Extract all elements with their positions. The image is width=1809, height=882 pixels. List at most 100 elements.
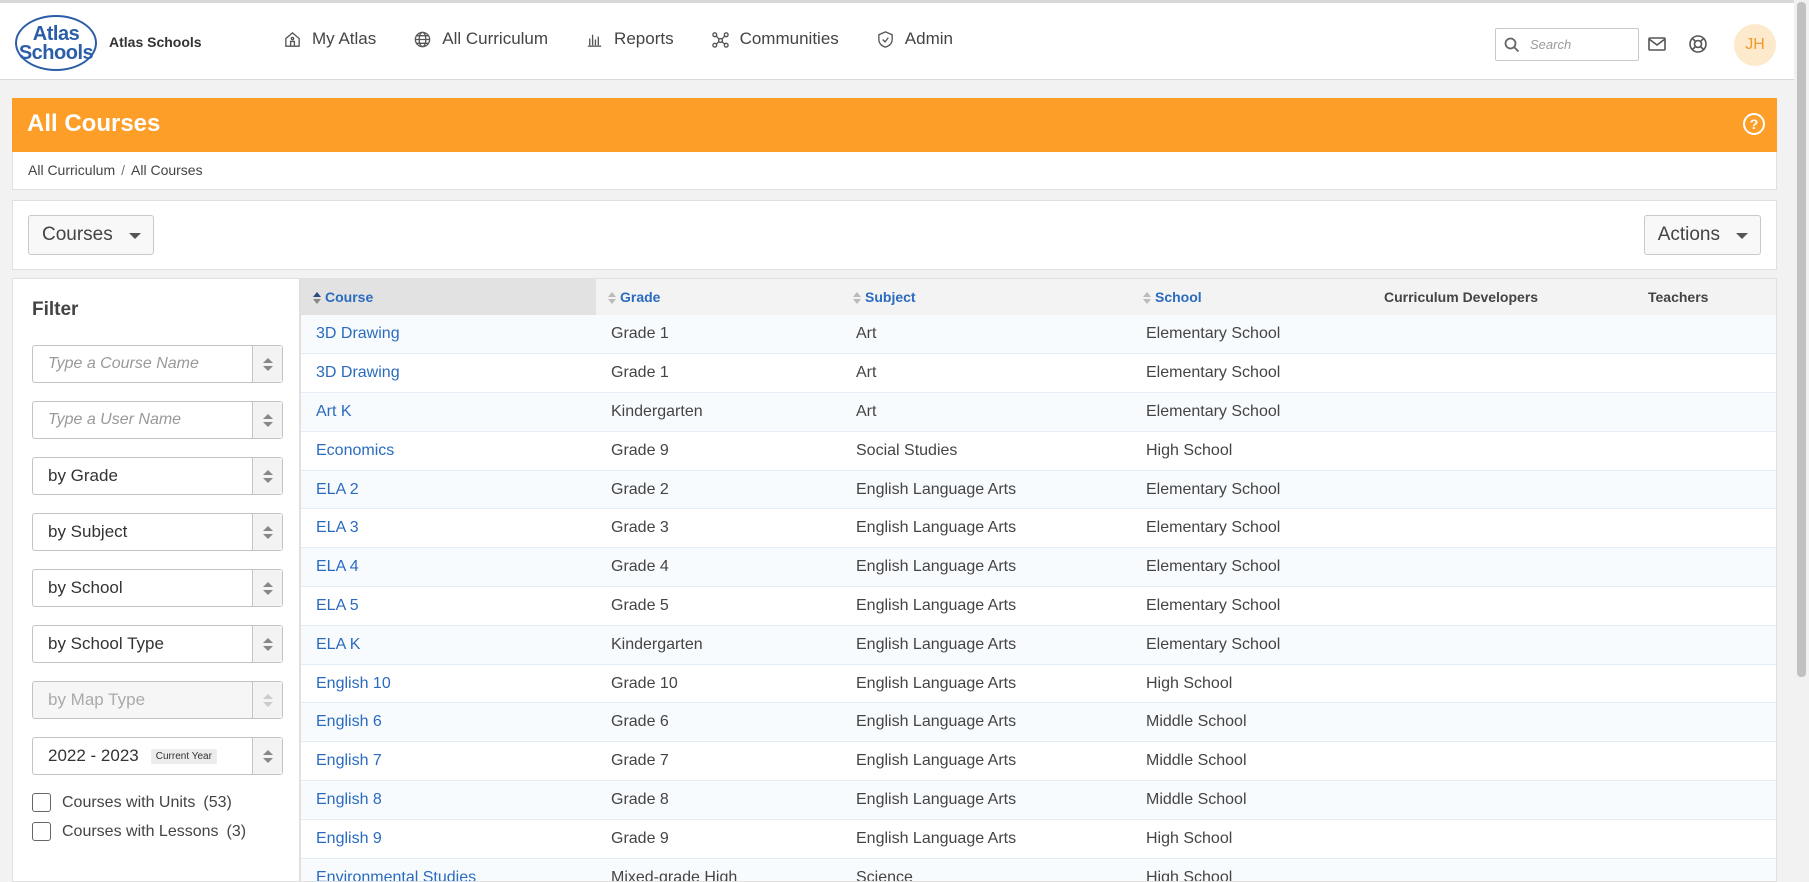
year-filter-value: 2022 - 2023 (48, 746, 139, 765)
teachers-cell (1648, 470, 1776, 509)
checkbox[interactable] (32, 793, 51, 812)
course-cell[interactable]: ELA K (301, 625, 596, 664)
school-filter[interactable]: by School (32, 569, 283, 607)
search-icon (1504, 37, 1520, 52)
column-header-grade[interactable]: Grade (596, 279, 841, 315)
page-scrollbar[interactable] (1794, 0, 1809, 882)
scrollbar-thumb[interactable] (1797, 2, 1806, 677)
current-year-badge: Current Year (150, 748, 217, 764)
teachers-cell (1648, 625, 1776, 664)
nav-reports[interactable]: Reports (585, 29, 674, 49)
page-title: All Courses (27, 110, 161, 137)
school-cell: Elementary School (1146, 364, 1281, 382)
school-cell: Elementary School (1146, 402, 1281, 420)
grade-cell: Grade 4 (611, 558, 669, 576)
curriculum-developers-cell (1384, 819, 1648, 858)
search-box[interactable] (1495, 28, 1639, 61)
subject-cell: English Language Arts (856, 635, 1017, 653)
home-icon (285, 31, 300, 47)
actions-dropdown-button[interactable]: Actions (1643, 215, 1761, 255)
nav-admin[interactable]: Admin (876, 29, 953, 49)
course-cell[interactable]: Environmental Studies (301, 858, 596, 881)
teachers-cell (1648, 781, 1776, 820)
subject-cell: Art (856, 325, 877, 343)
nav-label: Reports (614, 29, 674, 48)
course-cell[interactable]: English 10 (301, 664, 596, 703)
table-row: English 6 Grade 6 English Language Arts Mid… (301, 702, 1776, 742)
nav-my-atlas[interactable]: My Atlas (283, 29, 376, 49)
lifebuoy-icon[interactable] (1688, 34, 1708, 54)
courses-with-units-checkbox[interactable]: Courses with Units (53) (32, 793, 232, 812)
school-type-filter-value: by School Type (48, 634, 164, 653)
search-input[interactable] (1530, 37, 1630, 52)
table-row: Environmental Studies Mixed-grade High Sci… (301, 858, 1776, 882)
curriculum-developers-cell (1384, 354, 1648, 393)
school-filter-value: by School (48, 578, 123, 597)
course-cell[interactable]: 3D Drawing (301, 354, 596, 393)
updown-arrows-icon (252, 514, 282, 550)
help-icon[interactable]: ? (1743, 113, 1765, 135)
atlas-logo[interactable]: Atlas Schools (15, 15, 97, 71)
teachers-cell (1648, 315, 1776, 354)
courses-with-lessons-checkbox[interactable]: Courses with Lessons (3) (32, 822, 246, 841)
table-row: ELA K Kindergarten English Language Arts El… (301, 625, 1776, 665)
table-row: English 7 Grade 7 English Language Arts Mid… (301, 742, 1776, 781)
table-header-row: Course Grade Subject School Curriculum D… (301, 279, 1776, 315)
column-label: Grade (620, 289, 661, 305)
nav-label: My Atlas (312, 29, 377, 48)
column-header-subject[interactable]: Subject (841, 279, 1131, 315)
course-name-filter[interactable]: Type a Course Name (32, 345, 283, 383)
teachers-cell (1648, 742, 1776, 781)
course-cell[interactable]: ELA 4 (301, 548, 596, 587)
grade-cell: Grade 8 (611, 790, 669, 808)
column-header-school[interactable]: School (1131, 279, 1384, 315)
table-row: ELA 5 Grade 5 English Language Arts Element… (301, 587, 1776, 626)
course-cell[interactable]: Art K (301, 393, 596, 432)
course-cell[interactable]: ELA 2 (301, 470, 596, 509)
updown-arrows-icon (252, 570, 282, 606)
subject-filter[interactable]: by Subject (32, 513, 283, 551)
user-avatar[interactable]: JH (1734, 24, 1776, 66)
grade-cell: Grade 10 (611, 674, 678, 692)
mail-icon[interactable] (1647, 34, 1667, 54)
breadcrumb-all-curriculum[interactable]: All Curriculum (28, 162, 115, 178)
main-nav: My Atlas All Curriculum Reports Communit… (283, 29, 990, 49)
table-row: ELA 4 Grade 4 English Language Arts Element… (301, 547, 1776, 587)
logo-text-line1: Atlas (32, 22, 80, 45)
course-cell[interactable]: ELA 3 (301, 509, 596, 548)
filter-panel: Filter Type a Course Name Type a User Na… (12, 278, 300, 882)
school-cell: Middle School (1146, 752, 1247, 770)
grade-cell: Grade 9 (611, 829, 669, 847)
course-cell[interactable]: ELA 5 (301, 587, 596, 626)
grade-cell: Grade 2 (611, 480, 669, 498)
subject-cell: Science (856, 868, 913, 882)
year-filter[interactable]: 2022 - 2023 Current Year (32, 737, 283, 775)
curriculum-developers-cell (1384, 509, 1648, 548)
course-cell[interactable]: English 8 (301, 781, 596, 820)
school-cell: Middle School (1146, 713, 1247, 731)
nav-all-curriculum[interactable]: All Curriculum (413, 29, 548, 49)
grade-cell: Grade 7 (611, 752, 669, 770)
school-type-filter[interactable]: by School Type (32, 625, 283, 663)
course-cell[interactable]: Economics (301, 431, 596, 470)
course-cell[interactable]: English 9 (301, 819, 596, 858)
course-cell[interactable]: English 6 (301, 703, 596, 742)
grade-cell: Grade 1 (611, 325, 669, 343)
courses-table: Course Grade Subject School Curriculum D… (301, 279, 1776, 882)
course-cell[interactable]: English 7 (301, 742, 596, 781)
curriculum-developers-cell (1384, 858, 1648, 881)
column-header-teachers: Teachers (1648, 289, 1709, 305)
courses-dropdown-button[interactable]: Courses (28, 215, 154, 255)
grade-filter[interactable]: by Grade (32, 457, 283, 495)
course-cell[interactable]: 3D Drawing (301, 315, 596, 354)
user-name-filter[interactable]: Type a User Name (32, 401, 283, 439)
column-header-course[interactable]: Course (301, 279, 596, 315)
curriculum-developers-cell (1384, 742, 1648, 781)
checkbox[interactable] (32, 822, 51, 841)
school-cell: High School (1146, 674, 1233, 692)
nav-communities[interactable]: Communities (711, 29, 839, 49)
sort-icon (608, 291, 616, 305)
table-row: English 8 Grade 8 English Language Arts Mid… (301, 780, 1776, 820)
curriculum-developers-cell (1384, 470, 1648, 509)
updown-arrows-icon (252, 346, 282, 382)
